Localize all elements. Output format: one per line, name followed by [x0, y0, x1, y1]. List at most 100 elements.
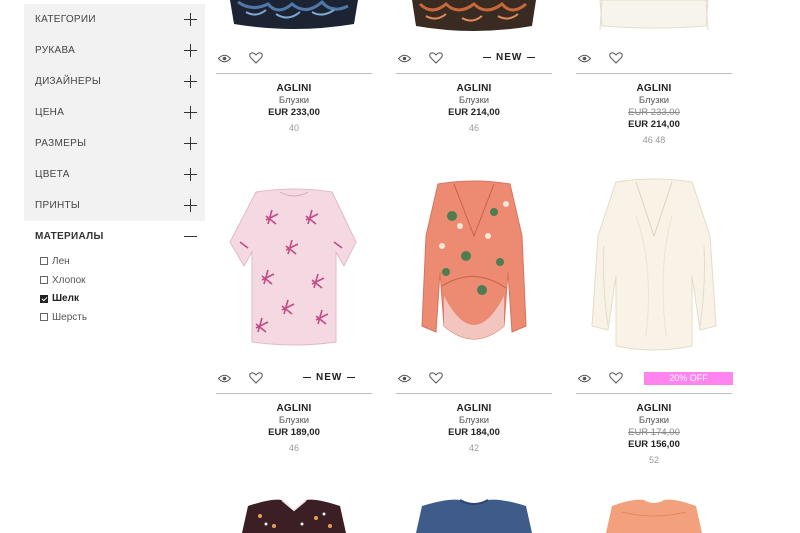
filter-designers-label: ДИЗАЙНЕРЫ	[35, 76, 101, 87]
filter-sizes[interactable]: РАЗМЕРЫ	[24, 128, 205, 159]
material-option-label: Шерсть	[52, 311, 88, 323]
product-image[interactable]	[216, 496, 372, 533]
filter-designers[interactable]: ДИЗАЙНЕРЫ	[24, 66, 205, 97]
product-info[interactable]: AGLINI Блузки EUR 174,00 EUR 156,00 52	[576, 403, 732, 467]
product-image[interactable]	[216, 176, 372, 356]
product-image[interactable]	[396, 496, 552, 533]
filter-prints[interactable]: ПРИНТЫ	[24, 190, 205, 221]
heart-icon[interactable]	[249, 372, 263, 384]
plus-icon	[184, 137, 197, 150]
product-category: Блузки	[278, 415, 310, 426]
divider	[576, 393, 732, 394]
material-option-linen[interactable]: Лен	[40, 252, 205, 271]
product-sizes: 46	[468, 123, 479, 133]
product-image[interactable]	[396, 0, 552, 36]
heart-icon[interactable]	[609, 52, 623, 64]
divider	[216, 73, 372, 74]
product-image[interactable]	[576, 0, 732, 36]
product-sizes: 40	[288, 123, 299, 133]
product-actions	[216, 47, 263, 69]
filter-materials-label: МАТЕРИАЛЫ	[35, 231, 104, 242]
product-brand: AGLINI	[636, 83, 672, 94]
product-price: EUR 214,00	[628, 119, 680, 130]
materials-options: Лен Хлопок Шелк Шерсть	[24, 252, 205, 327]
product-actions	[396, 47, 443, 69]
product-sizes: 46 48	[642, 135, 666, 145]
material-option-label: Шелк	[52, 293, 79, 305]
filter-price[interactable]: ЦЕНА	[24, 97, 205, 128]
product-sizes: 52	[648, 455, 659, 465]
material-option-wool[interactable]: Шерсть	[40, 308, 205, 327]
product-price: EUR 156,00	[628, 439, 680, 450]
product-info[interactable]: AGLINI Блузки EUR 233,00 EUR 214,00 46 4…	[576, 83, 732, 147]
heart-icon[interactable]	[609, 372, 623, 384]
eye-icon[interactable]	[398, 54, 411, 63]
product-price: EUR 189,00	[268, 427, 320, 438]
product-price: EUR 184,00	[448, 427, 500, 438]
filter-categories-label: КАТЕГОРИИ	[35, 14, 96, 25]
heart-icon[interactable]	[429, 372, 443, 384]
filter-prints-label: ПРИНТЫ	[35, 200, 81, 211]
material-option-cotton[interactable]: Хлопок	[40, 271, 205, 290]
checkbox[interactable]	[40, 276, 48, 285]
filter-sidebar: КАТЕГОРИИ РУКАВА ДИЗАЙНЕРЫ ЦЕНА РАЗМЕРЫ …	[24, 4, 205, 327]
new-badge-label: NEW	[316, 372, 343, 383]
product-actions	[396, 367, 443, 389]
filter-price-label: ЦЕНА	[35, 107, 65, 118]
product-category: Блузки	[638, 95, 670, 106]
plus-icon	[184, 13, 197, 26]
filter-sizes-label: РАЗМЕРЫ	[35, 138, 87, 149]
product-actions	[216, 367, 263, 389]
product-category: Блузки	[638, 415, 670, 426]
product-price: EUR 214,00	[448, 107, 500, 118]
material-option-label: Лен	[52, 255, 70, 267]
heart-icon[interactable]	[249, 52, 263, 64]
checkbox-checked[interactable]	[40, 294, 48, 303]
divider	[576, 73, 732, 74]
checkbox[interactable]	[40, 313, 48, 322]
product-brand: AGLINI	[456, 83, 492, 94]
product-info[interactable]: AGLINI Блузки EUR 189,00 46	[216, 403, 372, 455]
discount-badge: 20% OFF	[644, 372, 733, 385]
checkbox[interactable]	[40, 257, 48, 266]
product-image[interactable]	[216, 0, 372, 36]
product-category: Блузки	[458, 415, 490, 426]
plus-icon	[184, 44, 197, 57]
divider	[396, 73, 552, 74]
product-info[interactable]: AGLINI Блузки EUR 233,00 40	[216, 83, 372, 135]
product-image[interactable]	[576, 176, 732, 356]
product-image[interactable]	[576, 496, 732, 533]
product-info[interactable]: AGLINI Блузки EUR 184,00 42	[396, 403, 552, 455]
product-info[interactable]: AGLINI Блузки EUR 214,00 46	[396, 83, 552, 135]
filter-colors[interactable]: ЦВЕТА	[24, 159, 205, 190]
product-sizes: 42	[468, 443, 479, 453]
product-category: Блузки	[278, 95, 310, 106]
new-badge: NEW	[298, 372, 360, 383]
plus-icon	[184, 168, 197, 181]
new-badge: NEW	[478, 52, 540, 63]
product-brand: AGLINI	[456, 403, 492, 414]
eye-icon[interactable]	[398, 374, 411, 383]
product-sizes: 46	[288, 443, 299, 453]
product-brand: AGLINI	[636, 403, 672, 414]
eye-icon[interactable]	[578, 374, 591, 383]
eye-icon[interactable]	[218, 374, 231, 383]
plus-icon	[184, 199, 197, 212]
new-badge-label: NEW	[496, 52, 523, 63]
eye-icon[interactable]	[218, 54, 231, 63]
product-brand: AGLINI	[276, 403, 312, 414]
plus-icon	[184, 106, 197, 119]
product-image[interactable]	[396, 176, 552, 356]
product-price: EUR 233,00	[268, 107, 320, 118]
filter-colors-label: ЦВЕТА	[35, 169, 70, 180]
divider	[216, 393, 372, 394]
filter-sleeves[interactable]: РУКАВА	[24, 35, 205, 66]
product-category: Блузки	[458, 95, 490, 106]
filter-materials[interactable]: МАТЕРИАЛЫ	[24, 221, 205, 252]
filter-categories[interactable]: КАТЕГОРИИ	[24, 4, 205, 35]
heart-icon[interactable]	[429, 52, 443, 64]
material-option-silk[interactable]: Шелк	[40, 289, 205, 308]
plus-icon	[184, 75, 197, 88]
eye-icon[interactable]	[578, 54, 591, 63]
material-option-label: Хлопок	[52, 274, 86, 286]
